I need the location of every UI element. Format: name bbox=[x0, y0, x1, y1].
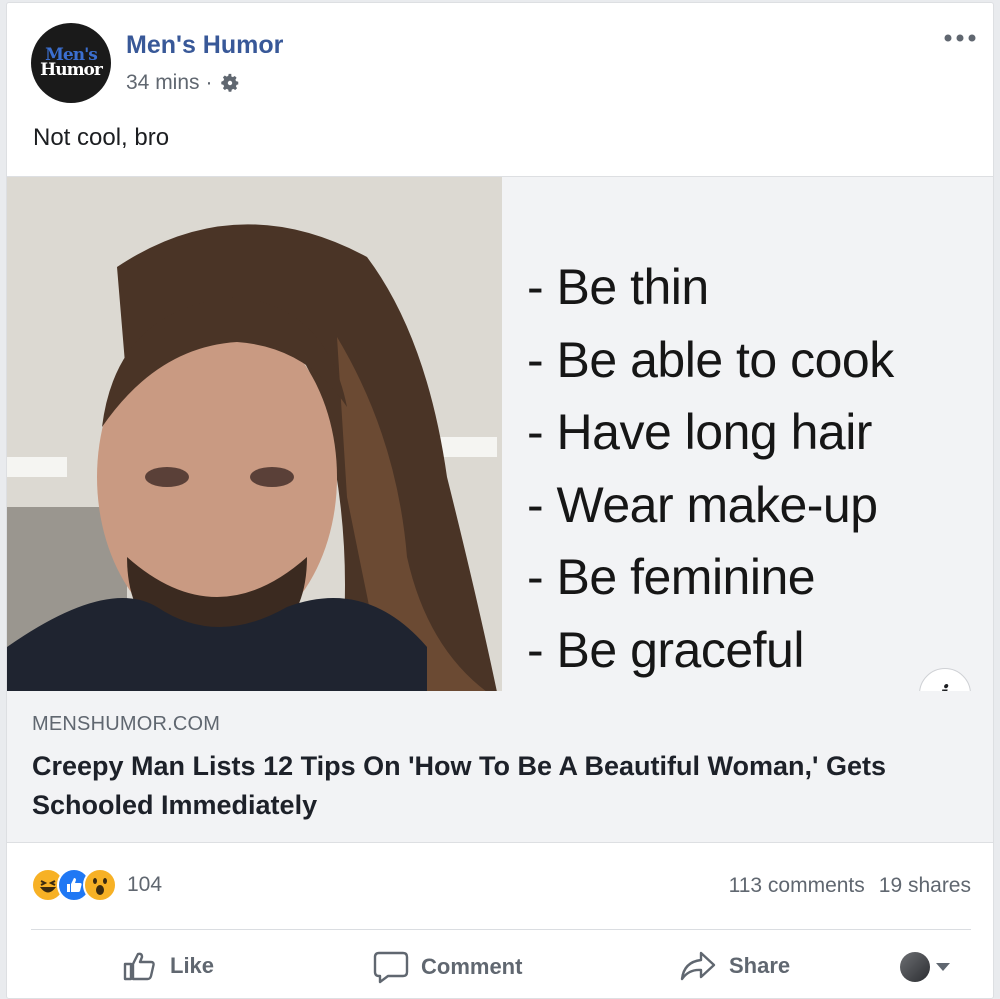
more-options-icon[interactable] bbox=[943, 31, 977, 45]
gear-icon[interactable] bbox=[219, 72, 241, 94]
comment-label: Comment bbox=[421, 954, 523, 979]
man-photo bbox=[7, 177, 502, 692]
post-caption: Not cool, bro bbox=[33, 124, 170, 151]
react-as-selector[interactable] bbox=[900, 952, 950, 982]
avatar-logo-line2: Humor bbox=[40, 60, 103, 80]
link-headline[interactable]: Creepy Man Lists 12 Tips On 'How To Be A… bbox=[32, 747, 962, 825]
tips-list: - Be thin - Be able to cook - Have long … bbox=[527, 251, 894, 686]
reactions-summary[interactable]: 104 bbox=[31, 868, 162, 902]
shares-count-link[interactable]: 19 shares bbox=[879, 874, 971, 898]
post-timestamp[interactable]: 34 mins bbox=[126, 71, 200, 95]
share-button[interactable]: Share bbox=[679, 950, 790, 982]
chevron-down-icon bbox=[936, 963, 950, 971]
comment-share-counts: 113 comments 19 shares bbox=[729, 874, 971, 898]
tips-list-item: - Be graceful bbox=[527, 621, 804, 678]
meta-separator: · bbox=[205, 71, 213, 94]
post-header: Men's Humor Men's Humor 34 mins · bbox=[7, 3, 993, 113]
link-preview[interactable]: MENSHUMOR.COM Creepy Man Lists 12 Tips O… bbox=[7, 691, 993, 843]
like-label: Like bbox=[170, 953, 215, 978]
like-button[interactable]: Like bbox=[122, 950, 214, 982]
thumbs-up-icon bbox=[123, 952, 155, 981]
tips-list-item: - Be able to cook bbox=[527, 331, 894, 388]
engagement-stats: 104 113 comments 19 shares bbox=[7, 845, 993, 929]
post-image[interactable]: - Be thin - Be able to cook - Have long … bbox=[7, 176, 993, 720]
tips-list-item: - Have long hair bbox=[527, 404, 872, 460]
post-actions: Like Comment Share bbox=[7, 930, 993, 999]
reaction-count: 104 bbox=[127, 873, 163, 896]
page-name-link[interactable]: Men's Humor bbox=[126, 31, 283, 60]
tips-list-item: - Be thin bbox=[527, 259, 709, 315]
comment-button[interactable]: Comment bbox=[373, 950, 522, 984]
post-card: Men's Humor Men's Humor 34 mins · Not co… bbox=[6, 2, 994, 999]
link-domain: MENSHUMOR.COM bbox=[32, 713, 221, 735]
share-arrow-icon bbox=[680, 951, 716, 981]
page-avatar[interactable]: Men's Humor bbox=[31, 23, 111, 103]
tips-list-item: - Wear make-up bbox=[527, 476, 878, 533]
user-avatar bbox=[900, 952, 930, 982]
wow-icon bbox=[83, 868, 117, 902]
comment-bubble-icon bbox=[373, 951, 409, 984]
comments-count-link[interactable]: 113 comments bbox=[729, 874, 865, 898]
post-meta: 34 mins · bbox=[126, 71, 241, 95]
share-label: Share bbox=[729, 953, 791, 978]
tips-list-item: - Be feminine bbox=[527, 549, 816, 605]
